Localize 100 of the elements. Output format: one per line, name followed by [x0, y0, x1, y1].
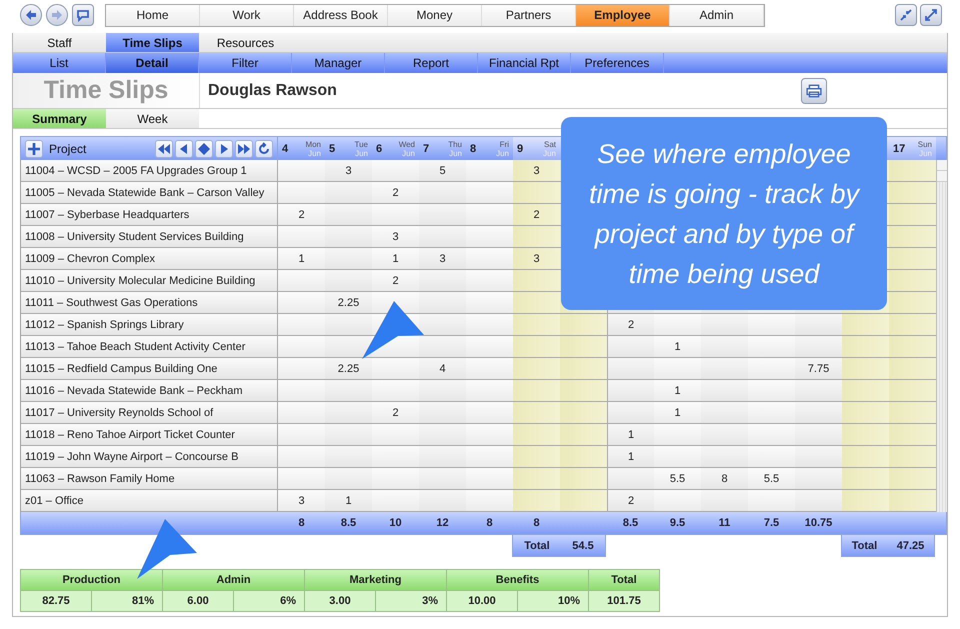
hours-cell[interactable]: 1	[654, 336, 701, 357]
hours-cell[interactable]	[560, 314, 607, 335]
hours-cell[interactable]	[889, 314, 936, 335]
hours-cell[interactable]	[889, 160, 936, 181]
hours-cell[interactable]	[513, 226, 560, 247]
hours-cell[interactable]	[325, 380, 372, 401]
hours-cell[interactable]	[419, 424, 466, 445]
hours-cell[interactable]	[325, 182, 372, 203]
hours-cell[interactable]	[372, 446, 419, 467]
hours-cell[interactable]	[795, 336, 842, 357]
hours-cell[interactable]	[372, 204, 419, 225]
hours-cell[interactable]	[560, 402, 607, 423]
hours-cell[interactable]	[325, 336, 372, 357]
main-tab[interactable]: Partners	[482, 4, 576, 26]
hours-cell[interactable]	[513, 402, 560, 423]
hours-cell[interactable]: 2.25	[325, 358, 372, 379]
view-tab[interactable]: Filter	[199, 53, 292, 73]
hours-cell[interactable]	[701, 490, 748, 511]
hours-cell[interactable]	[466, 314, 513, 335]
hours-cell[interactable]	[278, 292, 325, 313]
hours-cell[interactable]	[325, 424, 372, 445]
hours-cell[interactable]	[466, 270, 513, 291]
hours-cell[interactable]	[513, 292, 560, 313]
hours-cell[interactable]	[748, 314, 795, 335]
hours-cell[interactable]	[842, 424, 889, 445]
project-cell[interactable]: 11015 – Redfield Campus Building One	[21, 358, 278, 379]
mode-tab[interactable]: Week	[106, 109, 199, 128]
hours-cell[interactable]	[325, 248, 372, 269]
hours-cell[interactable]	[701, 446, 748, 467]
hours-cell[interactable]	[560, 336, 607, 357]
hours-cell[interactable]: 5.5	[748, 468, 795, 489]
hours-cell[interactable]: 5	[419, 160, 466, 181]
hours-cell[interactable]: 1	[372, 248, 419, 269]
hours-cell[interactable]	[419, 226, 466, 247]
hours-cell[interactable]: 8	[701, 468, 748, 489]
hours-cell[interactable]	[372, 160, 419, 181]
hours-cell[interactable]	[278, 380, 325, 401]
project-cell[interactable]: 11010 – University Molecular Medicine Building	[21, 270, 278, 291]
mode-tab[interactable]: Summary	[13, 109, 106, 128]
hours-cell[interactable]	[654, 314, 701, 335]
hours-cell[interactable]: 1	[654, 402, 701, 423]
hours-cell[interactable]	[513, 358, 560, 379]
hours-cell[interactable]	[278, 182, 325, 203]
view-tab[interactable]: Report	[385, 53, 478, 73]
main-tab[interactable]: Address Book	[294, 4, 388, 26]
hours-cell[interactable]	[278, 446, 325, 467]
hours-cell[interactable]	[466, 380, 513, 401]
hours-cell[interactable]: 2	[513, 204, 560, 225]
sub-tab[interactable]: Time Slips	[106, 33, 199, 52]
hours-cell[interactable]	[278, 402, 325, 423]
hours-cell[interactable]	[889, 358, 936, 379]
hours-cell[interactable]	[795, 402, 842, 423]
sub-tab[interactable]: Resources	[199, 33, 292, 52]
hours-cell[interactable]	[278, 468, 325, 489]
hours-cell[interactable]: 3	[513, 160, 560, 181]
main-tab[interactable]: Home	[106, 4, 200, 26]
hours-cell[interactable]	[466, 248, 513, 269]
hours-cell[interactable]	[419, 336, 466, 357]
hours-cell[interactable]	[513, 380, 560, 401]
main-tab[interactable]: Money	[388, 4, 482, 26]
hours-cell[interactable]	[889, 468, 936, 489]
last-button[interactable]	[235, 140, 253, 158]
hours-cell[interactable]	[466, 402, 513, 423]
hours-cell[interactable]: 4	[419, 358, 466, 379]
hours-cell[interactable]	[748, 402, 795, 423]
hours-cell[interactable]	[372, 358, 419, 379]
hours-cell[interactable]: 3	[419, 248, 466, 269]
hours-cell[interactable]	[607, 336, 654, 357]
project-cell[interactable]: 11013 – Tahoe Beach Student Activity Center	[21, 336, 278, 357]
hours-cell[interactable]	[748, 358, 795, 379]
hours-cell[interactable]	[795, 490, 842, 511]
hours-cell[interactable]	[278, 336, 325, 357]
hours-cell[interactable]	[278, 424, 325, 445]
main-tab[interactable]: Employee	[576, 4, 670, 26]
project-cell[interactable]: 11016 – Nevada Statewide Bank – Peckham	[21, 380, 278, 401]
hours-cell[interactable]: 1	[654, 380, 701, 401]
hours-cell[interactable]	[748, 424, 795, 445]
hours-cell[interactable]	[842, 468, 889, 489]
hours-cell[interactable]	[748, 380, 795, 401]
hours-cell[interactable]	[748, 490, 795, 511]
collapse-button[interactable]	[895, 4, 917, 26]
hours-cell[interactable]	[795, 380, 842, 401]
hours-cell[interactable]	[701, 402, 748, 423]
next-button[interactable]	[215, 140, 233, 158]
hours-cell[interactable]: 2	[607, 314, 654, 335]
main-tab[interactable]: Work	[200, 4, 294, 26]
hours-cell[interactable]	[842, 336, 889, 357]
view-tab[interactable]: Manager	[292, 53, 385, 73]
hours-cell[interactable]	[278, 314, 325, 335]
project-cell[interactable]: 11019 – John Wayne Airport – Concourse B	[21, 446, 278, 467]
expand-button[interactable]	[920, 4, 942, 26]
hours-cell[interactable]: 2	[372, 182, 419, 203]
hours-cell[interactable]	[372, 468, 419, 489]
hours-cell[interactable]	[513, 424, 560, 445]
add-button[interactable]	[25, 140, 43, 158]
hours-cell[interactable]	[889, 424, 936, 445]
hours-cell[interactable]	[278, 270, 325, 291]
hours-cell[interactable]	[466, 292, 513, 313]
hours-cell[interactable]	[889, 402, 936, 423]
hours-cell[interactable]	[372, 424, 419, 445]
